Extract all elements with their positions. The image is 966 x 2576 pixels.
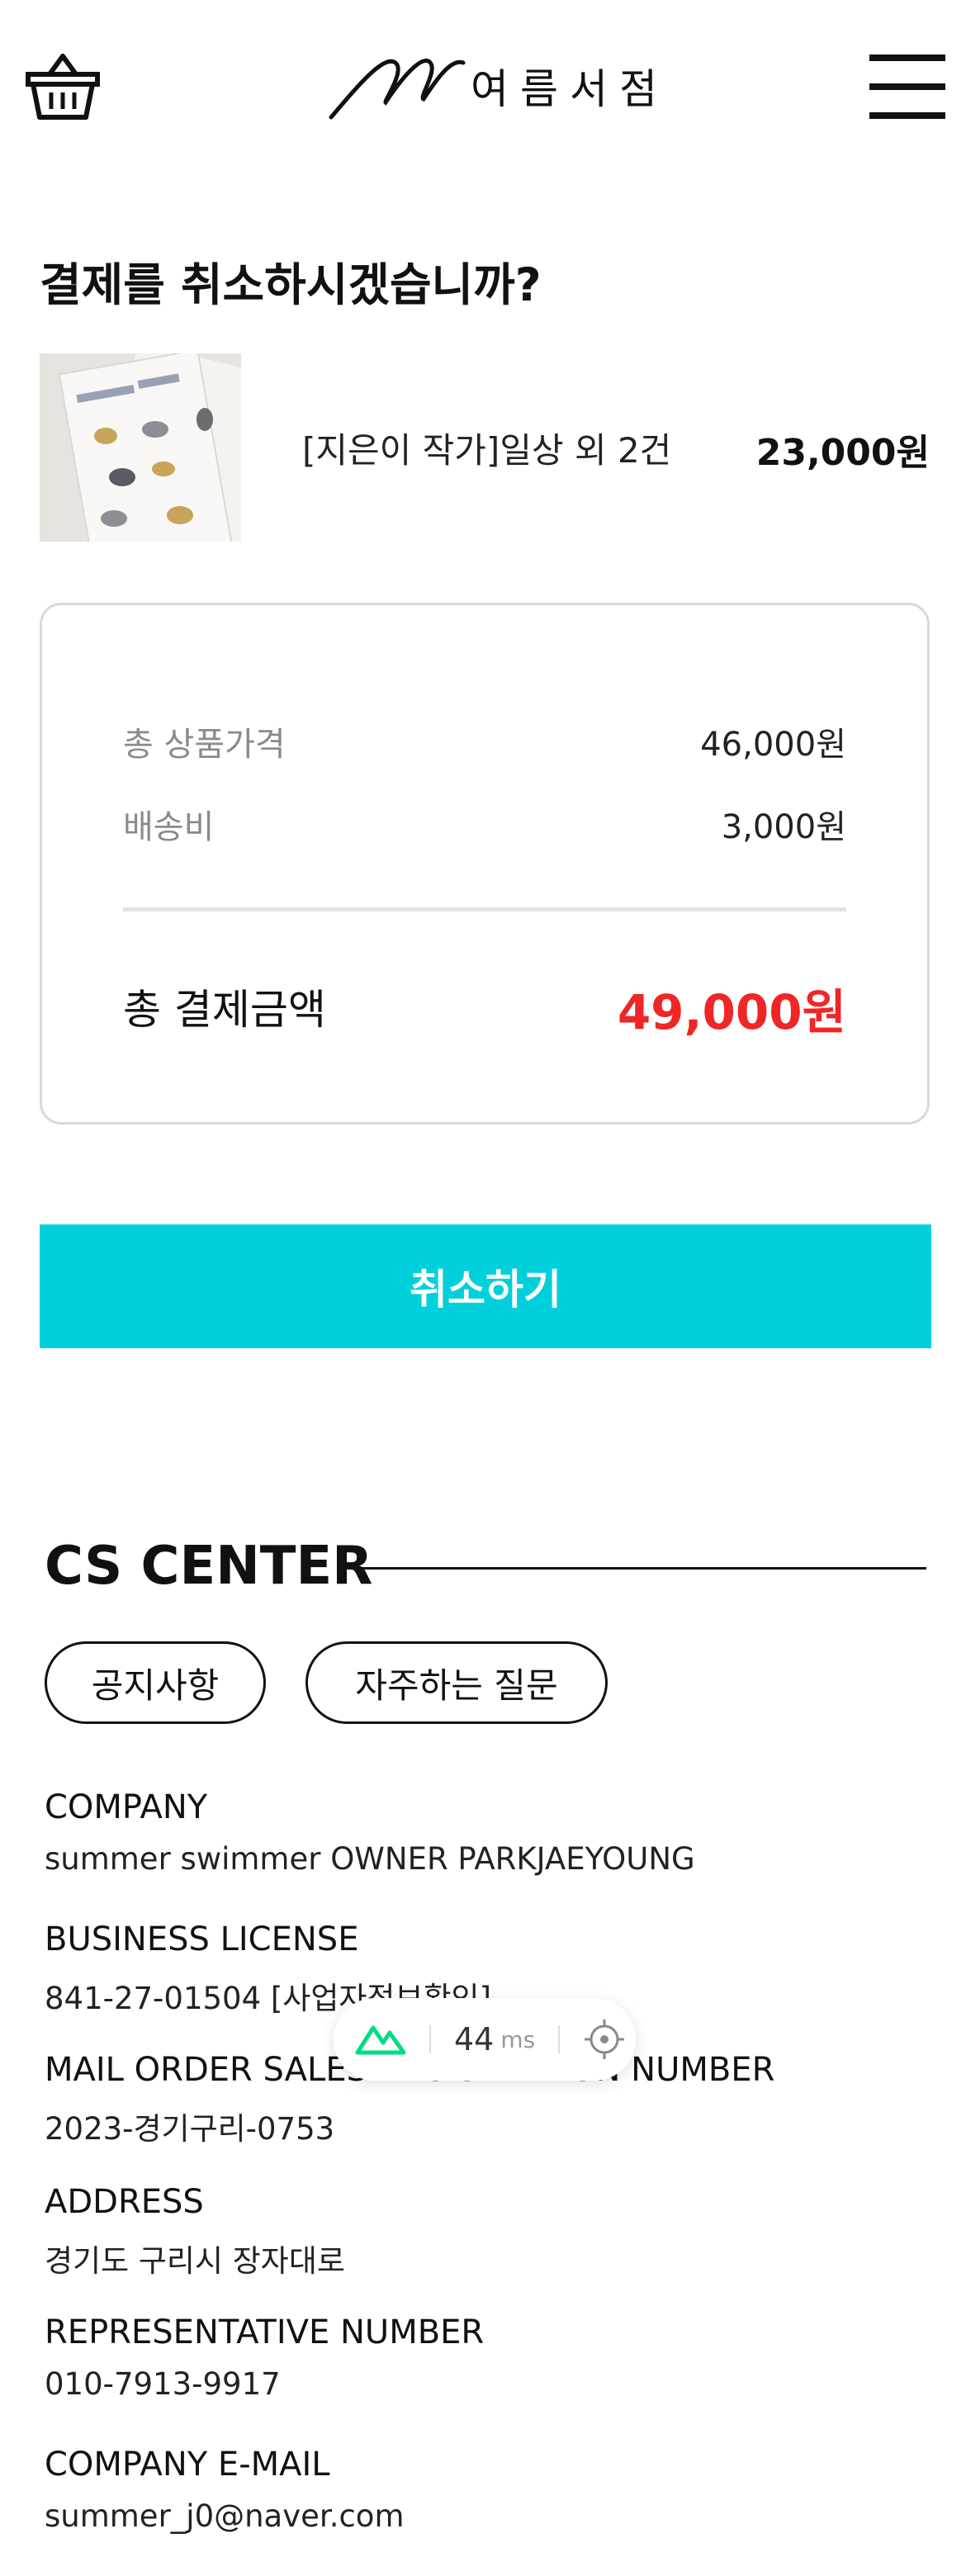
basket-icon[interactable] xyxy=(25,50,101,121)
cs-title-line xyxy=(340,1567,926,1570)
subtotal-label: 총 상품가격 xyxy=(123,726,286,764)
header: 여름서점 xyxy=(0,0,966,173)
info-label-address: ADDRESS xyxy=(45,2183,204,2221)
product-thumbnail[interactable] xyxy=(40,353,241,542)
crosshair-icon[interactable] xyxy=(583,2018,626,2061)
logo-signature-icon xyxy=(329,59,466,120)
nuxt-logo-icon xyxy=(355,2025,406,2055)
page-title: 결제를 취소하시겠습니까? xyxy=(40,258,542,311)
cs-center-title: CS CENTER xyxy=(45,1536,373,1597)
notice-button[interactable]: 공지사항 xyxy=(45,1641,266,1724)
book-image-icon xyxy=(40,353,241,542)
info-value-mail-order: 2023-경기구리-0753 xyxy=(45,2111,335,2147)
separator xyxy=(558,2025,561,2053)
info-label-email: COMPANY E-MAIL xyxy=(45,2446,330,2484)
logo-text: 여름서점 xyxy=(471,65,669,113)
perf-badge[interactable]: 44 ms xyxy=(334,1998,636,2081)
info-value-address: 경기도 구리시 장자대로 xyxy=(45,2243,345,2279)
menu-bar xyxy=(869,54,945,61)
info-label-company: COMPANY xyxy=(45,1788,208,1826)
perf-unit: ms xyxy=(500,2025,536,2053)
info-value-company: summer swimmer OWNER PARKJAEYOUNG xyxy=(45,1841,695,1877)
separator xyxy=(429,2025,431,2053)
info-label-phone: REPRESENTATIVE NUMBER xyxy=(45,2313,485,2351)
store-logo[interactable]: 여름서점 xyxy=(326,51,657,125)
menu-bar xyxy=(869,83,945,90)
faq-button[interactable]: 자주하는 질문 xyxy=(305,1641,608,1724)
product-name[interactable]: [지은이 작가]일상 외 2건 xyxy=(302,423,671,473)
product-price: 23,000원 xyxy=(755,432,930,474)
menu-bar xyxy=(869,112,945,119)
cancel-payment-button[interactable]: 취소하기 xyxy=(40,1224,931,1348)
hamburger-icon[interactable] xyxy=(869,54,945,119)
subtotal-value: 46,000원 xyxy=(700,726,846,764)
divider xyxy=(123,907,846,912)
total-value: 49,000원 xyxy=(617,984,846,1040)
payment-summary-card: 총 상품가격 46,000원 배송비 3,000원 총 결제금액 49,000원 xyxy=(40,603,930,1125)
perf-value: 44 xyxy=(454,2021,495,2057)
info-value-email: summer_j0@naver.com xyxy=(45,2498,405,2534)
shipping-label: 배송비 xyxy=(123,808,215,846)
info-label-business-license: BUSINESS LICENSE xyxy=(45,1920,359,1958)
shipping-value: 3,000원 xyxy=(721,808,846,846)
total-label: 총 결제금액 xyxy=(123,986,326,1034)
info-value-phone: 010-7913-9917 xyxy=(45,2366,281,2402)
